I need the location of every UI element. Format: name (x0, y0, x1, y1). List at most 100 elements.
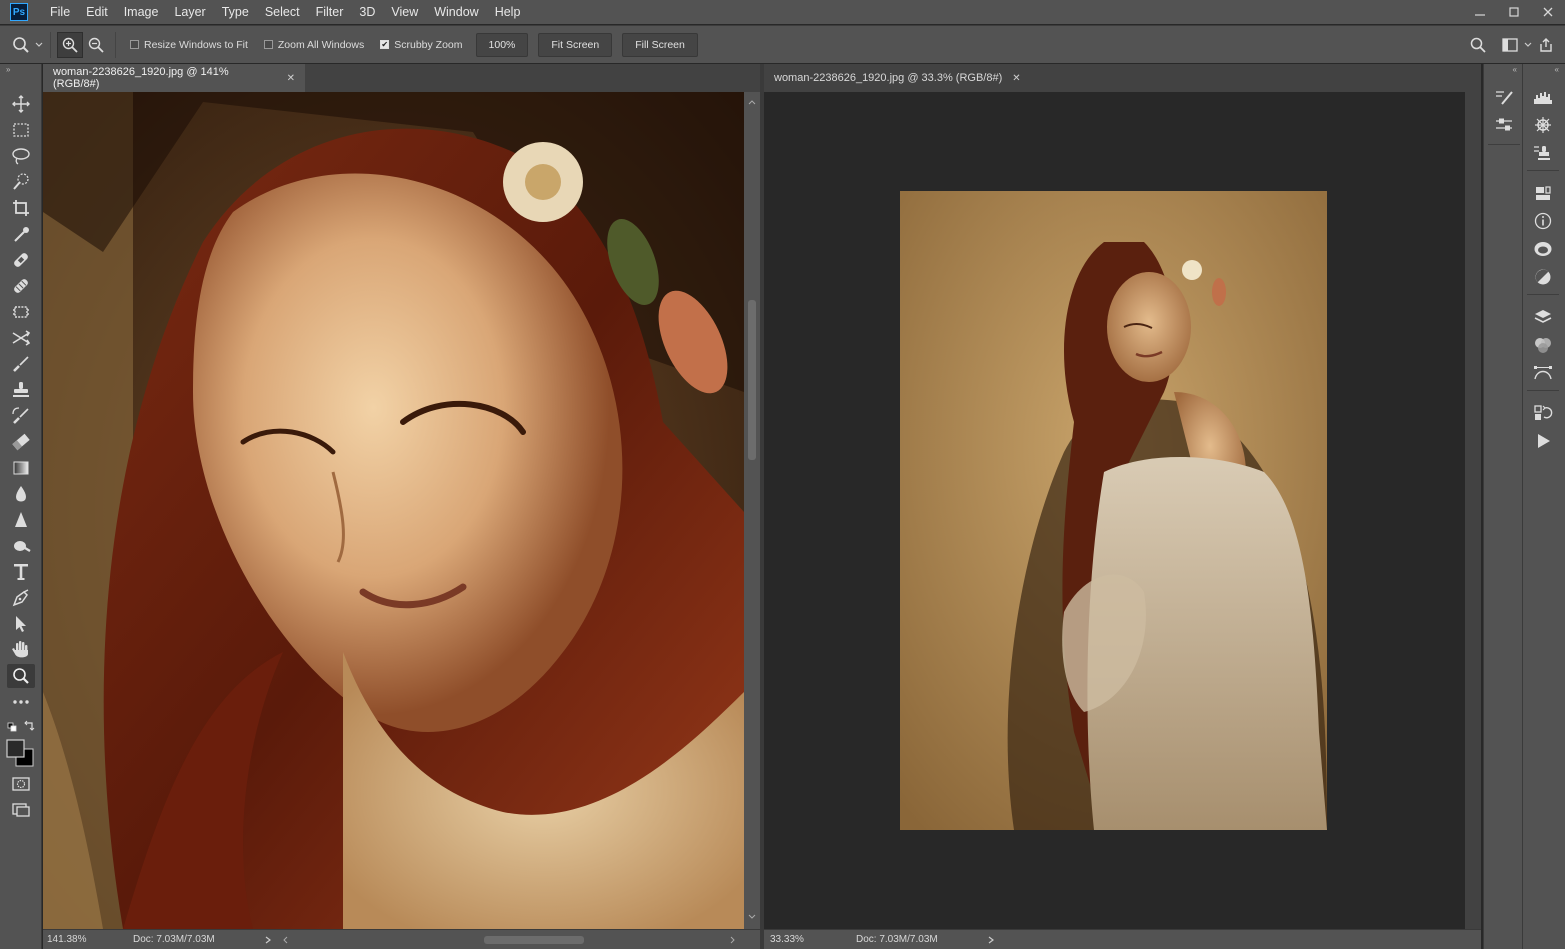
layers-panel-button[interactable] (1530, 306, 1556, 328)
checkbox-checked[interactable]: ✔ (380, 40, 390, 49)
menu-image[interactable]: Image (116, 0, 167, 24)
chevron-down-icon[interactable] (1523, 40, 1533, 50)
resize-windows-checkbox[interactable]: Resize Windows to Fit (130, 39, 248, 51)
info-panel-button[interactable] (1530, 210, 1556, 232)
sharpen-tool-icon[interactable] (15, 512, 27, 527)
zoom-all-checkbox[interactable]: Zoom All Windows (263, 39, 364, 51)
move-tool-icon[interactable] (12, 95, 30, 113)
eyedropper-tool-icon[interactable] (14, 227, 29, 242)
divider (50, 31, 51, 58)
navigator-panel-button[interactable] (1530, 114, 1556, 136)
path-selection-tool-icon[interactable] (16, 616, 26, 632)
channels-panel-button[interactable] (1530, 334, 1556, 356)
paths-panel-button[interactable] (1530, 362, 1556, 384)
tool-preset-picker[interactable] (8, 32, 34, 58)
menu-window[interactable]: Window (426, 0, 486, 24)
menu-view[interactable]: View (383, 0, 426, 24)
close-button[interactable] (1531, 0, 1565, 24)
left-tab-bar: woman-2238626_1920.jpg @ 141% (RGB/8#) ✕ (43, 64, 760, 92)
maximize-button[interactable] (1497, 0, 1531, 24)
checkbox-box[interactable] (263, 40, 273, 49)
left-document-tab[interactable]: woman-2238626_1920.jpg @ 141% (RGB/8#) ✕ (43, 64, 305, 92)
content-aware-move-tool-icon[interactable] (12, 330, 31, 346)
marquee-tool-icon[interactable] (13, 123, 29, 137)
edit-toolbar-icon[interactable] (13, 700, 29, 704)
menu-file[interactable]: File (42, 0, 78, 24)
minimize-button[interactable] (1463, 0, 1497, 24)
gradient-tool-icon[interactable] (13, 461, 29, 475)
histogram-panel-button[interactable] (1530, 86, 1556, 108)
crop-tool-icon[interactable] (13, 200, 29, 216)
search-button[interactable] (1465, 32, 1491, 58)
share-button[interactable] (1533, 32, 1559, 58)
libraries-panel-button[interactable] (1530, 182, 1556, 204)
h-scroll-track (283, 936, 735, 944)
collapse-panels-icon[interactable]: « (1484, 64, 1523, 76)
creative-cloud-panel-button[interactable] (1530, 238, 1556, 260)
right-document-tab[interactable]: woman-2238626_1920.jpg @ 33.3% (RGB/8#) … (764, 64, 1034, 92)
menu-layer[interactable]: Layer (166, 0, 213, 24)
quick-mask-icon[interactable] (12, 777, 30, 791)
fit-screen-button[interactable]: Fit Screen (538, 32, 613, 57)
quick-select-tool-icon[interactable] (13, 173, 29, 190)
dodge-tool-icon[interactable] (14, 541, 31, 553)
eraser-tool-icon[interactable] (12, 433, 30, 451)
type-tool-icon[interactable] (14, 564, 28, 580)
close-tab-icon[interactable]: ✕ (287, 73, 295, 84)
actions-panel-button[interactable] (1530, 430, 1556, 452)
screen-mode-icon[interactable] (12, 803, 30, 817)
workspace-button[interactable] (1497, 32, 1523, 58)
pen-tool-icon[interactable] (12, 589, 29, 607)
close-tab-icon[interactable]: ✕ (1012, 73, 1020, 84)
left-vertical-scrollbar[interactable] (744, 92, 760, 929)
zoom-100-button[interactable]: 100% (475, 32, 529, 57)
brush-tool-icon[interactable] (13, 356, 29, 372)
history-brush-tool-icon[interactable] (12, 407, 29, 424)
menu-filter[interactable]: Filter (308, 0, 352, 24)
left-zoom-readout[interactable]: 141.38% (47, 934, 127, 945)
patch-tool-icon[interactable] (13, 278, 29, 294)
history-panel-button[interactable] (1530, 402, 1556, 424)
chevron-right-icon[interactable] (263, 935, 273, 945)
menu-3d[interactable]: 3D (351, 0, 383, 24)
scrubby-zoom-checkbox[interactable]: ✔ Scrubby Zoom (380, 38, 463, 51)
divider (115, 31, 116, 58)
brushes-panel-button[interactable] (1491, 86, 1517, 108)
window-divider[interactable] (760, 64, 764, 949)
workspace-icon (1502, 38, 1518, 52)
zoom-out-button[interactable] (83, 32, 109, 58)
menu-type[interactable]: Type (214, 0, 257, 24)
clone-source-icon (1534, 146, 1550, 160)
frame-tool-icon[interactable] (13, 306, 29, 318)
menu-select[interactable]: Select (257, 0, 308, 24)
right-zoom-readout[interactable]: 33.33% (770, 934, 850, 945)
fill-screen-button[interactable]: Fill Screen (622, 32, 698, 57)
chevron-down-icon[interactable] (34, 40, 44, 50)
clone-source-panel-button[interactable] (1530, 142, 1556, 164)
menu-help[interactable]: Help (487, 0, 529, 24)
adjustment-icon (1535, 269, 1551, 285)
adjustments-panel-button[interactable] (1491, 114, 1517, 136)
healing-brush-tool-icon[interactable] (13, 252, 29, 268)
left-status-bar: 141.38% Doc: 7.03M/7.03M (43, 929, 760, 949)
info-icon (1534, 212, 1552, 230)
menu-edit[interactable]: Edit (78, 0, 116, 24)
swap-colors-icon[interactable] (24, 720, 35, 731)
scrubby-zoom-label: Scrubby Zoom (394, 38, 463, 51)
histogram-icon (1534, 92, 1552, 104)
collapse-panels-icon[interactable]: « (1523, 64, 1565, 76)
blur-tool-icon[interactable] (16, 486, 26, 502)
default-colors-icon[interactable] (7, 722, 17, 732)
checkbox-box[interactable] (130, 40, 139, 49)
adjustment-panel-button[interactable] (1530, 266, 1556, 288)
chevron-right-icon[interactable] (986, 935, 996, 945)
clone-stamp-tool-icon[interactable] (13, 382, 29, 397)
panel-strip-2: « (1522, 64, 1565, 949)
lasso-tool-icon[interactable] (12, 148, 30, 165)
zoom-in-button[interactable] (57, 31, 83, 58)
foreground-color-swatch[interactable] (6, 739, 25, 758)
collapse-toolbar-icon[interactable]: » (0, 64, 41, 76)
zoom-tool-highlight (7, 664, 35, 688)
hand-tool-icon[interactable] (12, 641, 28, 658)
left-horizontal-scrollbar[interactable] (279, 934, 739, 946)
